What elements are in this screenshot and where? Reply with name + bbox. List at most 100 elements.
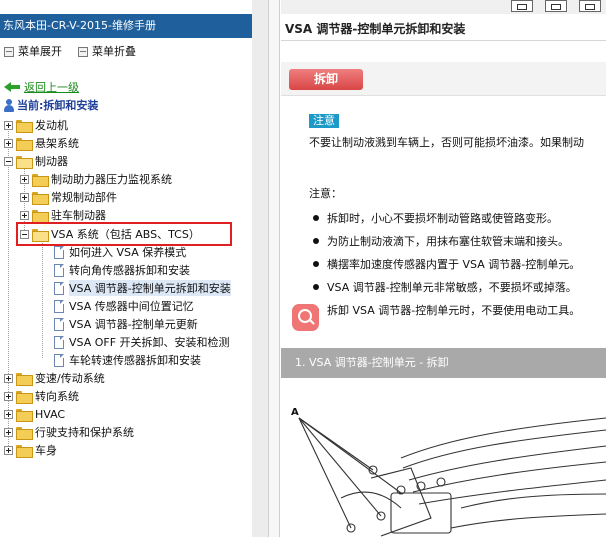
document-icon [54, 263, 64, 277]
bullet-dot [313, 238, 319, 244]
removal-diagram [298, 417, 606, 537]
tree-item-label: 制动器 [35, 155, 68, 168]
toolbar-button[interactable] [511, 0, 533, 12]
tree-item-engine[interactable]: 发动机 [4, 117, 68, 133]
back-link-label: 返回上一级 [24, 81, 79, 94]
note-bullet: VSA 调节器-控制单元非常敏感，不要损坏或掉落。 [313, 279, 577, 295]
expand-menu-label: 菜单展开 [18, 45, 62, 58]
tree-item-label: 转向系统 [35, 390, 79, 403]
zoom-icon[interactable] [292, 304, 319, 331]
expand-icon[interactable] [4, 138, 13, 148]
highlight-box [16, 222, 232, 246]
tree-item-brake-booster-monitor[interactable]: 制动助力器压力监视系统 [20, 171, 172, 187]
navigation-pane: 东风本田-CR-V-2015-维修手册 菜单展开 菜单折叠 返回上一级 当前:拆… [0, 0, 252, 537]
tree-item-steering[interactable]: 转向系统 [4, 388, 79, 404]
folder-icon [16, 372, 33, 386]
folder-icon [32, 173, 49, 187]
tree-item-vsa-modulator-removal[interactable]: VSA 调节器-控制单元拆卸和安装 [54, 280, 231, 296]
menu-collapse-icon [78, 47, 88, 57]
bullet-dot [313, 261, 319, 267]
note-bullet: 拆卸时，小心不要损坏制动管路或使管路变形。 [313, 210, 558, 226]
expand-icon[interactable] [4, 373, 13, 383]
expand-icon[interactable] [20, 192, 29, 202]
content-pane: VSA 调节器-控制单元拆卸和安装 拆卸 注意 不要让制动液溅到车辆上，否则可能… [281, 0, 606, 537]
expand-icon[interactable] [4, 409, 13, 419]
figure-callout-label: A [291, 407, 299, 418]
expand-icon[interactable] [4, 445, 13, 455]
bullet-dot [313, 215, 319, 221]
back-arrow-icon [4, 82, 20, 92]
tree-item-label: VSA 调节器-控制单元拆卸和安装 [69, 280, 231, 296]
remove-tab-button[interactable]: 拆卸 [289, 69, 363, 90]
current-location-icon [4, 98, 14, 112]
document-icon [54, 299, 64, 313]
manual-title-bar: 东风本田-CR-V-2015-维修手册 [0, 14, 252, 38]
tree-item-label: 车轮转速传感器拆卸和安装 [69, 354, 201, 367]
tree-item-conventional-brake-parts[interactable]: 常规制动部件 [20, 189, 117, 205]
window-icon [551, 4, 561, 10]
tree-item-suspension[interactable]: 悬架系统 [4, 135, 79, 151]
tree-item-wheel-speed-sensor[interactable]: 车轮转速传感器拆卸和安装 [54, 352, 201, 368]
content-toolbar [281, 0, 606, 14]
document-icon [54, 281, 64, 295]
splitter-handle[interactable] [268, 0, 280, 537]
expand-menu-button[interactable]: 菜单展开 [4, 44, 62, 60]
expand-icon[interactable] [20, 210, 29, 220]
collapse-icon[interactable] [4, 156, 13, 166]
tree-item-label: HVAC [35, 407, 66, 421]
folder-icon [32, 191, 49, 205]
note-bullet-text: 拆卸 VSA 调节器-控制单元时，不要使用电动工具。 [327, 304, 581, 317]
folder-icon [16, 119, 33, 133]
window-icon [517, 4, 527, 10]
folder-icon [16, 390, 33, 404]
bullet-dot [313, 284, 319, 290]
expand-icon[interactable] [4, 120, 13, 130]
tree-item-transmission[interactable]: 变速/传动系统 [4, 370, 105, 386]
tree-item-label: VSA 调节器-控制单元更新 [69, 318, 198, 331]
document-icon [54, 317, 64, 331]
tree-item-label: 悬架系统 [35, 137, 79, 150]
toolbar-button[interactable] [579, 0, 601, 12]
folder-icon [32, 209, 49, 223]
tree-item-label: 转向角传感器拆卸和安装 [69, 264, 190, 277]
folder-icon [16, 444, 33, 458]
folder-icon [16, 408, 33, 422]
window-icon [585, 4, 595, 10]
note-bullet: 拆卸 VSA 调节器-控制单元时，不要使用电动工具。 [313, 302, 580, 318]
folder-icon [16, 137, 33, 151]
tree-item-vsa-off-switch[interactable]: VSA OFF 开关拆卸、安装和检测 [54, 334, 230, 350]
tree-item-parking-brake[interactable]: 驻车制动器 [20, 207, 106, 223]
tree-item-body[interactable]: 车身 [4, 442, 57, 458]
note-bullet: 横摆率加速度传感器内置于 VSA 调节器-控制单元。 [313, 256, 580, 272]
expand-icon[interactable] [4, 427, 13, 437]
document-icon [54, 335, 64, 349]
tree-item-label: 行驶支持和保护系统 [35, 426, 134, 439]
tree-item-vsa-sensor-neutral-memory[interactable]: VSA 传感器中间位置记忆 [54, 298, 194, 314]
collapse-menu-label: 菜单折叠 [92, 45, 136, 58]
current-location-label: 当前:拆卸和安装 [17, 99, 99, 112]
tree-item-label: 驻车制动器 [51, 209, 106, 222]
menu-expand-icon [4, 47, 14, 57]
expand-icon[interactable] [4, 391, 13, 401]
collapse-menu-button[interactable]: 菜单折叠 [78, 44, 136, 60]
section-header: 1. VSA 调节器-控制单元 - 拆卸 [281, 348, 606, 378]
tree-item-vsa-service-mode[interactable]: 如何进入 VSA 保养模式 [54, 244, 186, 260]
tree-item-driving-support[interactable]: 行驶支持和保护系统 [4, 424, 134, 440]
back-link[interactable]: 返回上一级 [4, 80, 79, 94]
tree-item-label: VSA OFF 开关拆卸、安装和检测 [69, 336, 230, 349]
tree-item-vsa-modulator-update[interactable]: VSA 调节器-控制单元更新 [54, 316, 198, 332]
note-bullet-text: 拆卸时，小心不要损坏制动管路或使管路变形。 [327, 212, 558, 225]
expand-icon[interactable] [20, 174, 29, 184]
tree-item-brakes[interactable]: 制动器 [4, 153, 68, 169]
tree-guide-line [42, 240, 43, 358]
divider [281, 40, 606, 41]
tree-item-label: 常规制动部件 [51, 191, 117, 204]
tree-item-steering-angle-sensor[interactable]: 转向角传感器拆卸和安装 [54, 262, 190, 278]
document-icon [54, 353, 64, 367]
tree-item-label: VSA 传感器中间位置记忆 [69, 300, 194, 313]
page-title: VSA 调节器-控制单元拆卸和安装 [285, 22, 466, 36]
note-bullet-text: 为防止制动液滴下，用抹布塞住软管末端和接头。 [327, 235, 569, 248]
toolbar-button[interactable] [545, 0, 567, 12]
tree-item-label: 制动助力器压力监视系统 [51, 173, 172, 186]
tree-item-hvac[interactable]: HVAC [4, 406, 65, 422]
